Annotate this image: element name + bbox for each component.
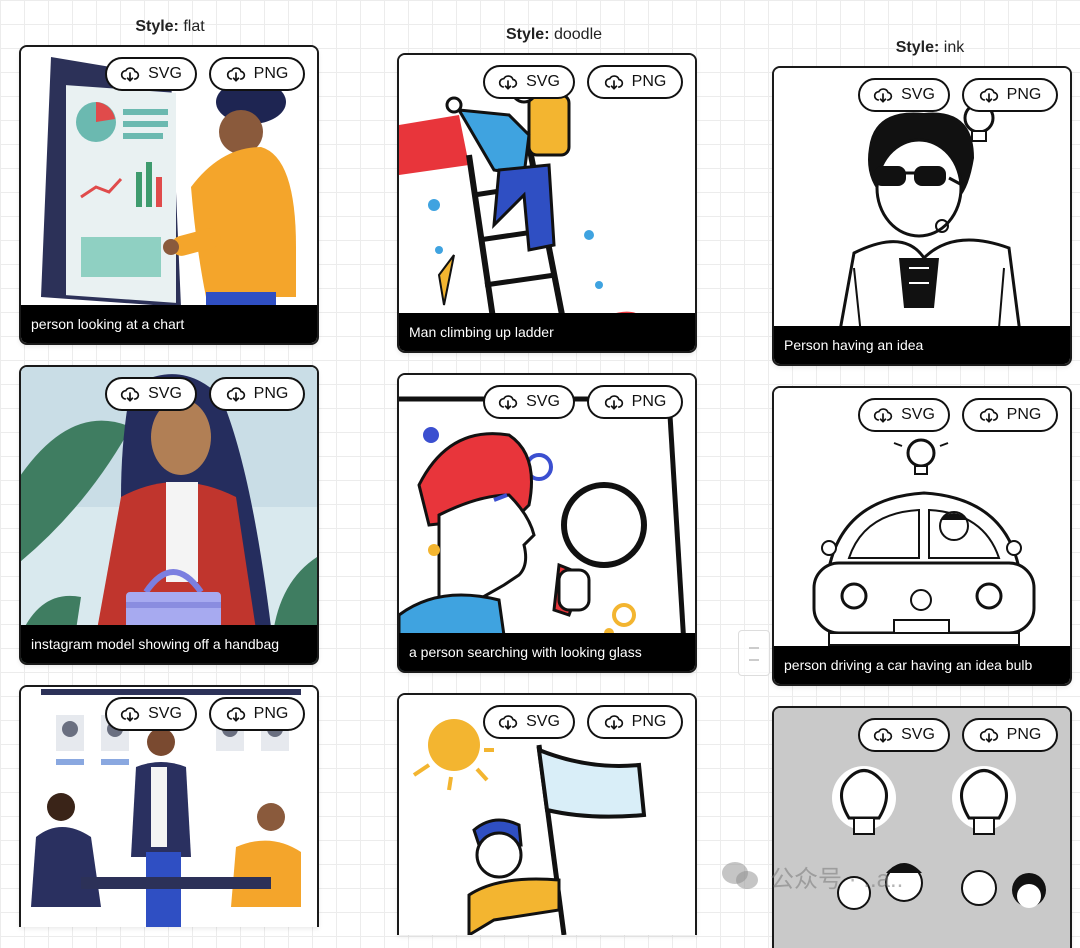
cloud-download-icon	[979, 408, 998, 423]
cloud-download-icon	[498, 395, 518, 410]
image-caption: person driving a car having an idea bulb	[774, 646, 1070, 684]
download-svg-button[interactable]: SVG	[858, 398, 950, 432]
image-card[interactable]: SVG PNG	[19, 685, 319, 927]
image-card[interactable]: SVG PNG a person searching with looking …	[397, 373, 697, 673]
download-svg-button[interactable]: SVG	[483, 65, 575, 99]
cloud-download-icon	[120, 387, 140, 402]
column-title-ink: Style: ink	[780, 39, 1080, 57]
wechat-logo-icon	[722, 862, 758, 889]
cloud-download-icon	[873, 88, 893, 103]
column-resize-handle[interactable]	[738, 630, 770, 676]
cloud-download-icon	[873, 728, 893, 743]
cloud-download-icon	[498, 75, 518, 90]
png-label: PNG	[1006, 86, 1042, 103]
image-caption: Person having an idea	[774, 326, 1070, 364]
watermark-text: 公众号 · ..a..	[770, 865, 904, 893]
image-caption: Man climbing up ladder	[399, 313, 695, 351]
image-card[interactable]: SVG PNG	[397, 693, 697, 935]
style-label: Style:	[505, 26, 550, 43]
png-label: PNG	[631, 73, 667, 90]
download-png-button[interactable]: PNG	[587, 705, 683, 739]
download-svg-button[interactable]: SVG	[858, 718, 950, 752]
cloud-download-icon	[226, 707, 245, 722]
png-label: PNG	[631, 713, 667, 730]
download-svg-button[interactable]: SVG	[483, 705, 575, 739]
cloud-download-icon	[604, 75, 623, 90]
illustration-man-ladder	[399, 55, 695, 351]
png-label: PNG	[1006, 726, 1042, 743]
svg-label: SVG	[526, 713, 560, 730]
image-card[interactable]: SVG PNG Person having an idea	[772, 66, 1072, 366]
cloud-download-icon	[120, 707, 140, 722]
download-svg-button[interactable]: SVG	[105, 57, 197, 91]
style-name: doodle	[553, 26, 603, 43]
cloud-download-icon	[120, 67, 140, 82]
png-label: PNG	[253, 705, 289, 722]
download-svg-button[interactable]: SVG	[105, 377, 197, 411]
illustration-model-handbag	[21, 367, 317, 663]
image-card[interactable]: SVG PNG Man climbing up ladder	[397, 53, 697, 353]
column-title-flat: Style: flat	[20, 18, 320, 36]
image-card[interactable]: SVG PNG instagram model showing off a ha…	[19, 365, 319, 665]
png-label: PNG	[1006, 406, 1042, 423]
svg-label: SVG	[526, 73, 560, 90]
cloud-download-icon	[604, 715, 623, 730]
png-label: PNG	[253, 65, 289, 82]
image-card[interactable]: SVG PNG	[772, 706, 1072, 948]
download-png-button[interactable]: PNG	[962, 398, 1058, 432]
svg-label: SVG	[148, 705, 182, 722]
cloud-download-icon	[873, 408, 893, 423]
style-name: ink	[943, 39, 965, 56]
column-title-doodle: Style: doodle	[404, 26, 704, 44]
cloud-download-icon	[226, 387, 245, 402]
svg-label: SVG	[148, 385, 182, 402]
svg-label: SVG	[901, 86, 935, 103]
illustration-car-idea	[774, 388, 1070, 684]
png-label: PNG	[631, 393, 667, 410]
cloud-download-icon	[979, 88, 998, 103]
download-png-button[interactable]: PNG	[587, 65, 683, 99]
download-png-button[interactable]: PNG	[962, 718, 1058, 752]
cloud-download-icon	[979, 728, 998, 743]
download-png-button[interactable]: PNG	[587, 385, 683, 419]
style-label: Style:	[895, 39, 940, 56]
download-png-button[interactable]: PNG	[209, 377, 305, 411]
svg-label: SVG	[901, 726, 935, 743]
image-caption: person looking at a chart	[21, 305, 317, 343]
svg-label: SVG	[526, 393, 560, 410]
cloud-download-icon	[498, 715, 518, 730]
image-card[interactable]: SVG PNG person driving a car having an i…	[772, 386, 1072, 686]
image-caption: instagram model showing off a handbag	[21, 625, 317, 663]
watermark: 公众号 · ..a..	[720, 854, 1080, 898]
download-svg-button[interactable]: SVG	[105, 697, 197, 731]
illustration-person-chart	[21, 47, 317, 343]
download-svg-button[interactable]: SVG	[858, 78, 950, 112]
illustration-person-idea	[774, 68, 1070, 364]
image-card[interactable]: SVG PNG person looking at a chart	[19, 45, 319, 345]
download-svg-button[interactable]: SVG	[483, 385, 575, 419]
style-label: Style:	[135, 18, 179, 35]
download-png-button[interactable]: PNG	[962, 78, 1058, 112]
download-png-button[interactable]: PNG	[209, 57, 305, 91]
image-caption: a person searching with looking glass	[399, 633, 695, 671]
cloud-download-icon	[226, 67, 245, 82]
cloud-download-icon	[604, 395, 623, 410]
style-name: flat	[183, 18, 205, 35]
png-label: PNG	[253, 385, 289, 402]
svg-label: SVG	[901, 406, 935, 423]
svg-label: SVG	[148, 65, 182, 82]
download-png-button[interactable]: PNG	[209, 697, 305, 731]
illustration-magnifying-glass	[399, 375, 695, 671]
